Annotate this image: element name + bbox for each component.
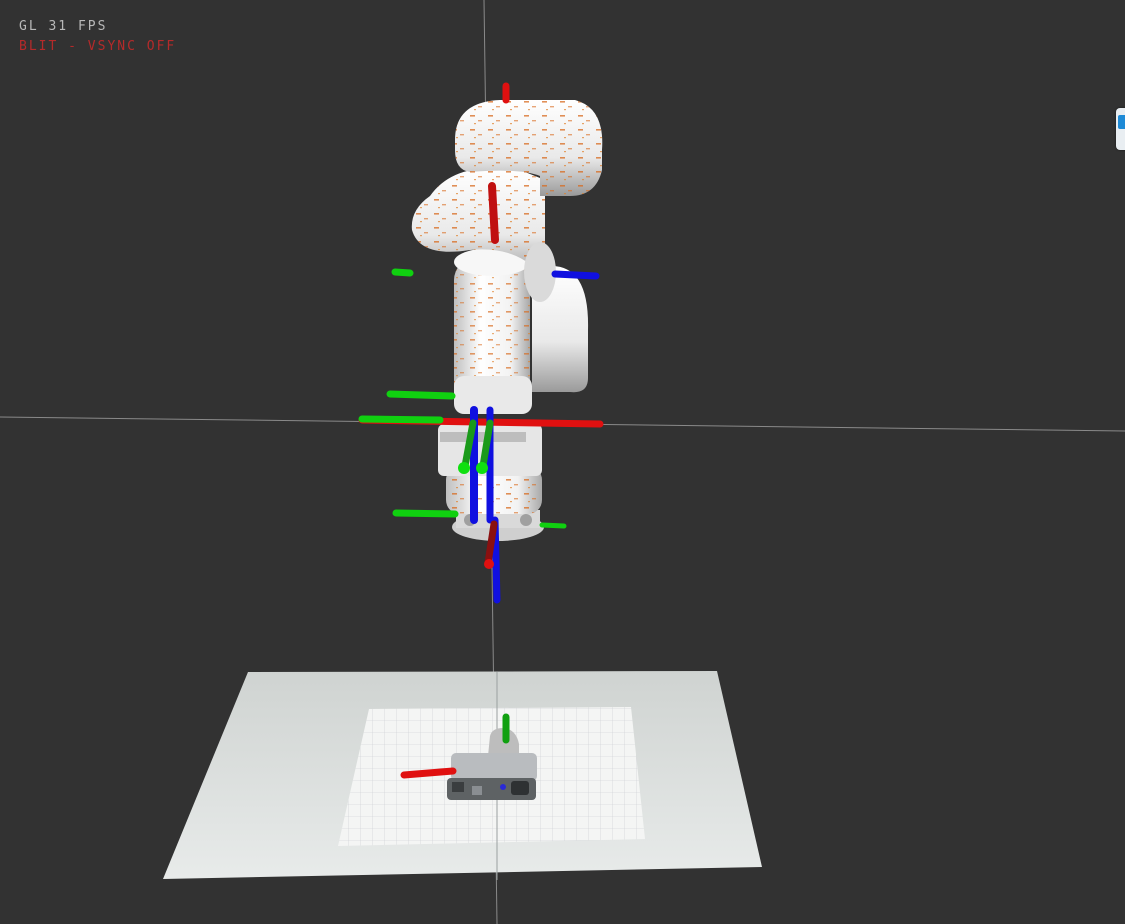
3d-viewport[interactable]: GL 31 FPS BLIT - VSYNC OFF (0, 0, 1125, 924)
workspace-table (163, 671, 762, 880)
render-mode-indicator: BLIT - VSYNC OFF (19, 39, 177, 54)
fps-counter: GL 31 FPS (19, 19, 108, 34)
robot-arm[interactable] (411, 100, 603, 541)
panel-toggle-icon[interactable] (1118, 115, 1125, 129)
scene-canvas[interactable] (0, 0, 1125, 924)
